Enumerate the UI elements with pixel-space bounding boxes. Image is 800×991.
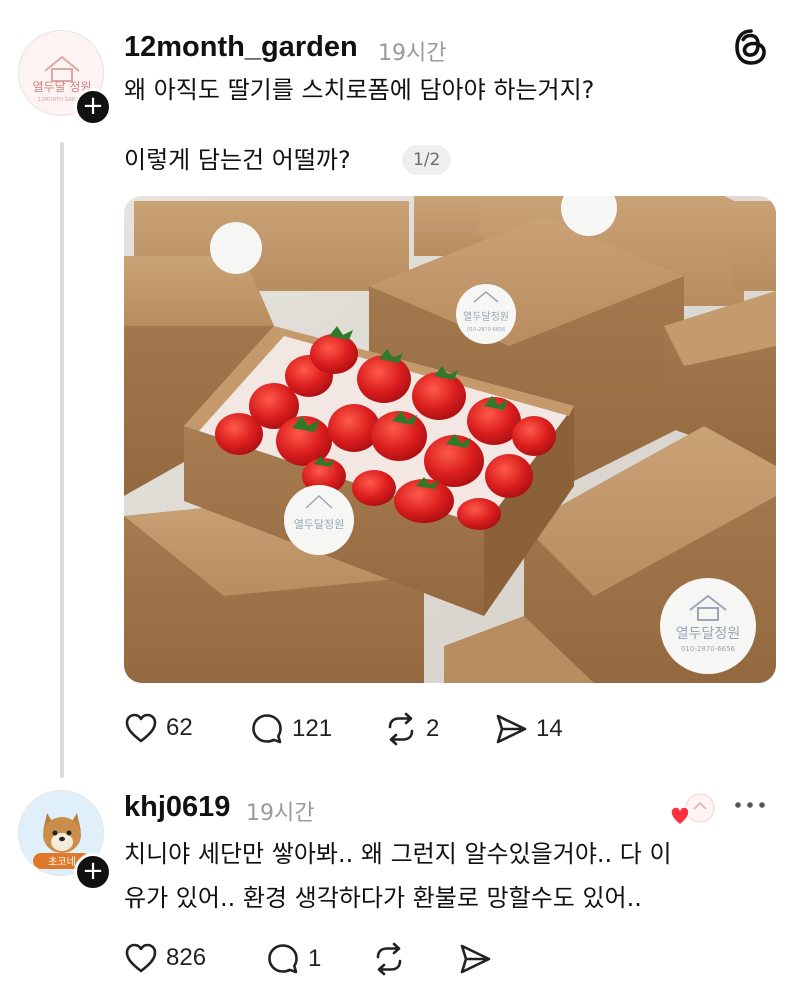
repost-button[interactable]: 2 bbox=[384, 712, 439, 746]
svg-text:열두달정원: 열두달정원 bbox=[676, 626, 740, 642]
post-timestamp: 19시간 bbox=[378, 41, 447, 66]
reply-username[interactable]: khj0619 bbox=[124, 791, 230, 824]
reply-text-line-2: 유가 있어.. 환경 생각하다가 환불로 망할수도 있어.. bbox=[124, 884, 642, 912]
more-options-button[interactable] bbox=[732, 790, 768, 824]
like-button[interactable]: 62 bbox=[124, 712, 193, 744]
svg-text:열두달정원: 열두달정원 bbox=[463, 311, 509, 323]
svg-text:010-2870-6656: 010-2870-6656 bbox=[467, 327, 506, 333]
follow-button[interactable]: + bbox=[74, 88, 112, 126]
media-page-indicator: 1/2 bbox=[402, 145, 452, 175]
heart-icon bbox=[125, 713, 157, 743]
reply-button[interactable]: 121 bbox=[250, 712, 332, 746]
reply-timestamp: 19시간 bbox=[246, 801, 315, 826]
share-count: 14 bbox=[536, 715, 563, 742]
like-count: 826 bbox=[166, 944, 207, 971]
comment-bubble-icon bbox=[268, 944, 298, 974]
heart-icon bbox=[670, 806, 690, 826]
reply-count: 1 bbox=[308, 945, 322, 972]
post-text-line-1: 왜 아직도 딸기를 스치로폼에 담아야 하는거지? bbox=[124, 76, 595, 104]
ellipsis-icon bbox=[735, 802, 765, 808]
liked-by-author-indicator bbox=[670, 792, 722, 836]
repost-button[interactable] bbox=[372, 942, 406, 976]
send-icon bbox=[496, 714, 527, 744]
svg-text:초코네: 초코네 bbox=[48, 856, 76, 868]
like-count: 62 bbox=[166, 714, 193, 741]
threads-logo-icon[interactable] bbox=[734, 28, 768, 70]
post-username[interactable]: 12month_garden bbox=[124, 31, 358, 64]
send-icon bbox=[460, 944, 491, 974]
reply-text-line-1: 치니야 세단만 쌓아봐.. 왜 그런지 알수있을거야.. 다 이 bbox=[124, 840, 672, 868]
repost-icon bbox=[376, 942, 402, 976]
share-button[interactable] bbox=[458, 942, 492, 976]
post-text-line-2: 이렇게 담는건 어떨까? bbox=[124, 146, 351, 174]
comment-bubble-icon bbox=[252, 714, 282, 744]
like-button[interactable]: 826 bbox=[124, 942, 206, 974]
heart-icon bbox=[125, 943, 157, 973]
strawberry-box-photo: 열두달정원 010-2870-6656 열두달정원 열두달정원 010-2870… bbox=[124, 196, 776, 683]
share-button[interactable]: 14 bbox=[494, 712, 563, 746]
repost-icon bbox=[388, 712, 414, 746]
reply-button[interactable]: 1 bbox=[266, 942, 321, 976]
reply-count: 121 bbox=[292, 715, 333, 742]
thread-connector-line bbox=[60, 142, 64, 778]
post-image[interactable]: 열두달정원 010-2870-6656 열두달정원 열두달정원 010-2870… bbox=[124, 196, 776, 683]
follow-button[interactable]: + bbox=[74, 853, 112, 891]
svg-text:010-2870-6656: 010-2870-6656 bbox=[681, 645, 736, 653]
repost-count: 2 bbox=[426, 715, 440, 742]
svg-text:열두달정원: 열두달정원 bbox=[294, 518, 345, 531]
